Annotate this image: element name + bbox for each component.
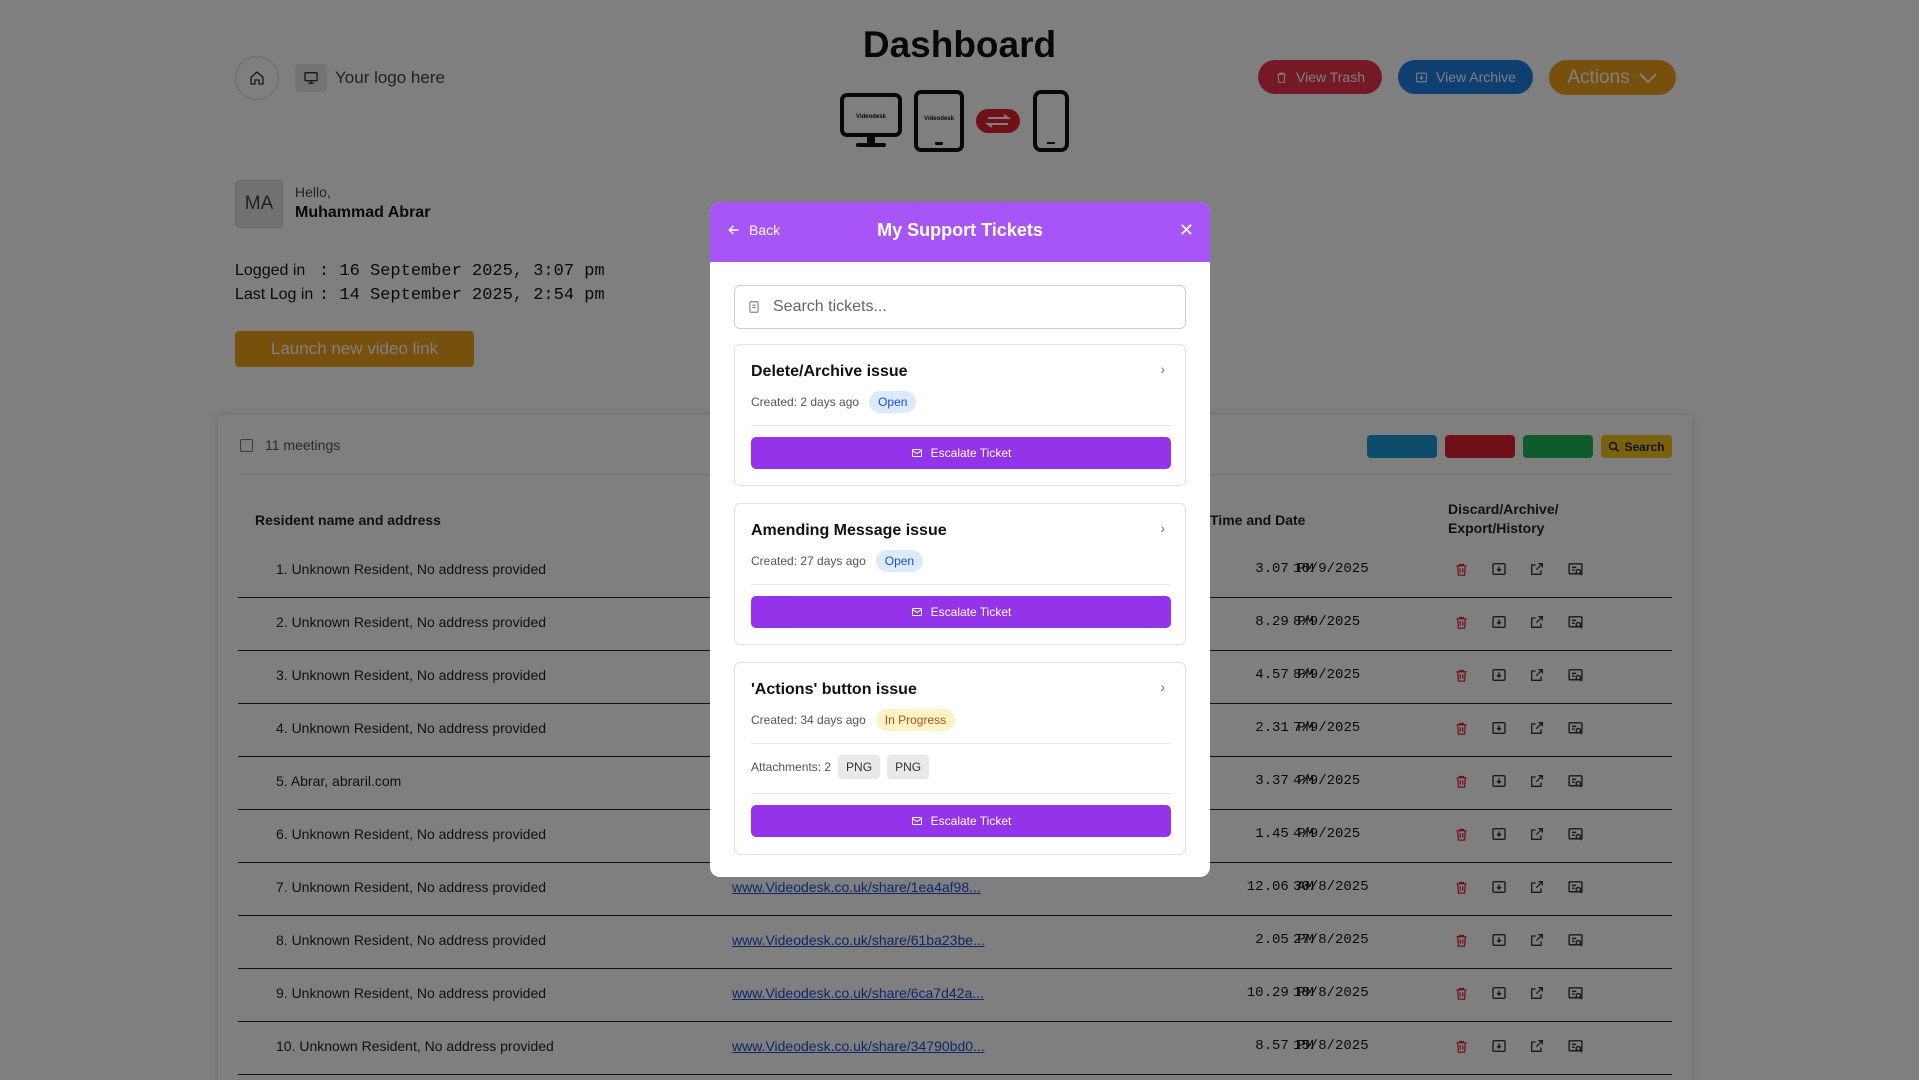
ticket-title: 'Actions' button issue (751, 681, 917, 698)
escalate-label: Escalate Ticket (930, 446, 1012, 460)
ticket-attachments: Attachments: 2 PNG PNG (751, 755, 930, 779)
document-icon (749, 301, 759, 313)
escalate-label: Escalate Ticket (930, 814, 1012, 828)
ticket-search-input[interactable] (773, 298, 1153, 316)
mail-icon (911, 449, 922, 457)
support-tickets-modal: Back My Support Tickets ✕ Delete/Archive… (710, 202, 1210, 877)
ticket-card[interactable]: Amending Message issue › Created: 27 day… (734, 503, 1186, 645)
close-icon[interactable]: ✕ (1179, 220, 1194, 241)
ticket-divider (751, 743, 1171, 744)
status-badge: Open (869, 391, 917, 413)
ticket-created: Created: 27 days ago (751, 554, 866, 568)
ticket-meta: Created: 34 days ago In Progress (751, 709, 956, 731)
attachment-chip[interactable]: PNG (838, 755, 881, 779)
ticket-created: Created: 34 days ago (751, 713, 866, 727)
mail-icon (911, 608, 922, 616)
ticket-title: Delete/Archive issue (751, 363, 908, 380)
escalate-ticket-button[interactable]: Escalate Ticket (751, 437, 1171, 469)
ticket-created: Created: 2 days ago (751, 395, 860, 409)
ticket-title: Amending Message issue (751, 522, 947, 539)
ticket-divider (751, 425, 1171, 426)
ticket-search-field[interactable] (734, 285, 1186, 329)
modal-header: Back My Support Tickets ✕ (710, 202, 1210, 262)
modal-title: My Support Tickets (877, 220, 1043, 240)
escalate-label: Escalate Ticket (930, 605, 1012, 619)
status-badge: Open (875, 550, 924, 572)
status-badge: In Progress (875, 709, 956, 731)
ticket-meta: Created: 27 days ago Open (751, 550, 924, 572)
ticket-divider (751, 584, 1171, 585)
chevron-right-icon[interactable]: › (1160, 520, 1165, 536)
chevron-right-icon[interactable]: › (1160, 679, 1165, 695)
escalate-ticket-button[interactable]: Escalate Ticket (751, 805, 1171, 837)
ticket-divider (751, 793, 1171, 794)
chevron-right-icon[interactable]: › (1160, 361, 1165, 377)
ticket-meta: Created: 2 days ago Open (751, 391, 917, 413)
escalate-ticket-button[interactable]: Escalate Ticket (751, 596, 1171, 628)
attachment-chip[interactable]: PNG (887, 755, 930, 779)
ticket-card[interactable]: 'Actions' button issue › Created: 34 day… (734, 662, 1186, 855)
dashboard-page: Your logo here Dashboard Videodesk Video… (0, 0, 1919, 1080)
mail-icon (911, 817, 922, 825)
ticket-card[interactable]: Delete/Archive issue › Created: 2 days a… (734, 344, 1186, 486)
attachments-label: Attachments: 2 (751, 760, 832, 774)
